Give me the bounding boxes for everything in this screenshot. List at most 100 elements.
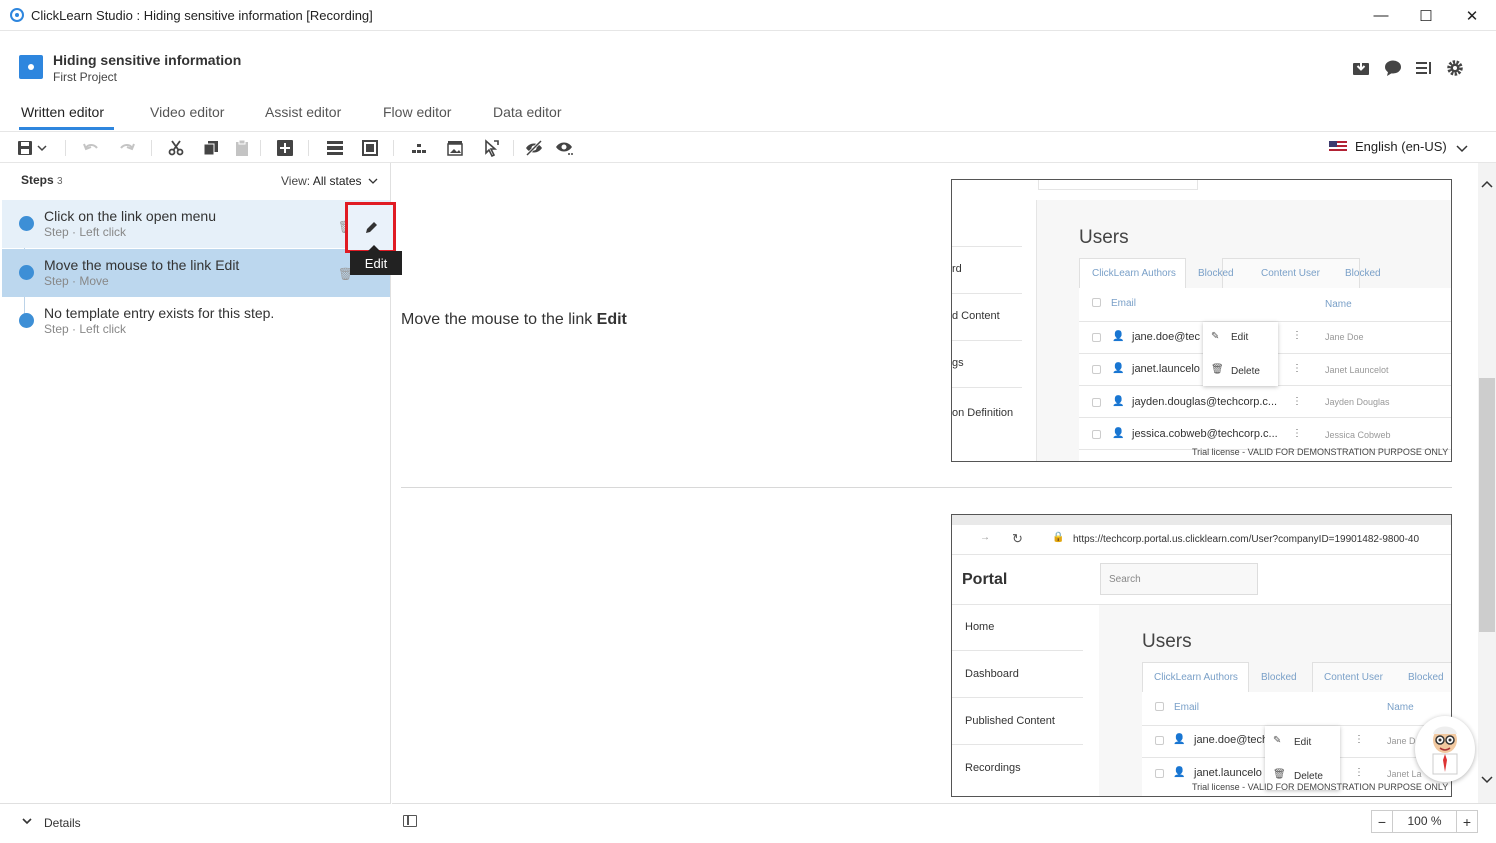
user-email: jessica.cobweb@techcorp.c... (1132, 428, 1278, 440)
layout-icon[interactable] (324, 138, 346, 158)
address-bar-url: https://techcorp.portal.us.clicklearn.co… (1073, 534, 1420, 545)
inbox-download-icon[interactable] (1351, 58, 1371, 78)
view-label: View: (281, 174, 311, 188)
portal-heading: Portal (962, 571, 1008, 588)
language-selector[interactable]: English (en-US) (1329, 139, 1447, 154)
close-button[interactable]: ✕ (1449, 0, 1495, 31)
user-email: jane.doe@tec (1132, 331, 1201, 343)
tab-label: Blocked (1408, 672, 1444, 683)
trial-watermark: Trial license - VALID FOR DEMONSTRATION … (1192, 447, 1449, 457)
us-flag-icon (1329, 140, 1347, 153)
step-screenshot-2[interactable]: → ↻ 🔒 https://techcorp.portal.us.clickle… (951, 514, 1452, 797)
project-title: Hiding sensitive information (53, 52, 242, 68)
step-meta: Step · Left click (44, 322, 127, 336)
cut-icon[interactable] (165, 138, 187, 158)
cursor-icon[interactable] (480, 138, 502, 158)
preview-icon[interactable] (554, 138, 576, 158)
steps-count: 3 (57, 176, 63, 187)
scroll-down-arrow-icon[interactable] (1479, 772, 1495, 788)
hierarchy-icon[interactable] (408, 138, 430, 158)
zoom-control: − 100 % + (1371, 810, 1478, 833)
redo-icon[interactable] (116, 138, 138, 158)
step-description: Move the mouse to the link Edit (401, 311, 627, 329)
gear-icon[interactable] (1445, 58, 1465, 78)
tab-label: Content User (1261, 268, 1320, 279)
tab-assist-editor[interactable]: Assist editor (265, 104, 341, 120)
users-heading: Users (1142, 631, 1192, 652)
hide-icon[interactable] (523, 138, 545, 158)
copy-icon[interactable] (200, 138, 222, 158)
tab-label: ClickLearn Authors (1154, 672, 1238, 683)
language-label: English (en-US) (1355, 139, 1447, 154)
user-email: janet.launcelo (1132, 363, 1200, 375)
tab-label: Blocked (1261, 672, 1297, 683)
undo-icon[interactable] (80, 138, 102, 158)
tab-flow-editor[interactable]: Flow editor (383, 104, 451, 120)
column-header: Name (1325, 299, 1352, 310)
window-title: ClickLearn Studio : Hiding sensitive inf… (31, 8, 373, 23)
nav-item: Published Content (965, 715, 1055, 727)
search-placeholder: Search (1109, 574, 1141, 585)
nav-item: Home (965, 621, 995, 633)
bottom-bar (392, 803, 1496, 843)
zoom-out-button[interactable]: − (1372, 811, 1392, 832)
user-name: Jane Doe (1325, 332, 1364, 342)
user-name: Jayden Douglas (1325, 397, 1390, 407)
edit-tooltip: Edit (350, 245, 402, 275)
nav-item: Dashboard (965, 668, 1019, 680)
view-filter[interactable]: View: All states (281, 174, 378, 188)
menu-item-delete: Delete (1294, 771, 1323, 782)
nav-item: on Definition (952, 407, 1014, 419)
user-name: Jane D (1387, 736, 1416, 746)
zoom-in-button[interactable]: + (1457, 811, 1477, 832)
step-description-text: Move the mouse to the link (401, 311, 597, 328)
tab-data-editor[interactable]: Data editor (493, 104, 561, 120)
title-bar: ClickLearn Studio : Hiding sensitive inf… (0, 0, 1496, 31)
step-description-bold: Edit (596, 311, 627, 328)
toolbar-separator (308, 140, 309, 156)
toolbar (0, 131, 1496, 163)
trial-watermark: Trial license - VALID FOR DEMONSTRATION … (1192, 782, 1449, 792)
frame-icon[interactable] (359, 138, 381, 158)
scroll-up-arrow-icon[interactable] (1479, 176, 1495, 192)
maximize-button[interactable]: ☐ (1403, 0, 1449, 31)
minimize-button[interactable]: — (1358, 0, 1404, 31)
panel-toggle-icon[interactable] (403, 815, 417, 827)
context-menu: ✎ Edit 🗑 Delete (1265, 726, 1340, 790)
step-item-3[interactable]: No template entry exists for this step. … (2, 297, 390, 345)
chevron-down-icon[interactable] (1455, 141, 1471, 155)
step-meta: Step · Move (44, 274, 109, 288)
user-name: Janet Launcelot (1325, 365, 1389, 375)
add-step-icon[interactable] (274, 138, 296, 158)
tab-video-editor[interactable]: Video editor (150, 104, 224, 120)
project-subtitle: First Project (53, 70, 118, 84)
tab-written-editor[interactable]: Written editor (21, 104, 104, 120)
scrollbar-thumb[interactable] (1479, 378, 1495, 632)
details-bar[interactable]: Details (0, 803, 391, 843)
user-name: Jessica Cobweb (1325, 430, 1391, 440)
column-header: Email (1111, 298, 1137, 309)
menu-item-delete: Delete (1231, 366, 1260, 377)
toolbar-separator (393, 140, 394, 156)
step-title: Move the mouse to the link Edit (44, 257, 240, 273)
paste-icon[interactable] (231, 138, 253, 158)
step-status-dot (19, 216, 34, 231)
step-item-1[interactable]: Click on the link open menu Step · Left … (2, 200, 390, 248)
assistant-avatar[interactable] (1415, 716, 1475, 782)
menu-item-edit: Edit (1231, 332, 1249, 343)
list-icon[interactable] (1414, 58, 1434, 78)
step-screenshot-1[interactable]: rd d Content gs on Definition Users Clic… (951, 179, 1452, 462)
image-icon[interactable] (444, 138, 466, 158)
chat-bubble-icon[interactable] (1383, 58, 1403, 78)
steps-heading: Steps 3 (21, 173, 63, 187)
toolbar-separator (260, 140, 261, 156)
toolbar-separator (513, 140, 514, 156)
step-item-2[interactable]: Move the mouse to the link Edit Step · M… (2, 249, 390, 297)
professor-avatar-icon (1432, 726, 1458, 775)
steps-label: Steps (21, 173, 54, 187)
zoom-value[interactable]: 100 % (1392, 811, 1457, 832)
save-icon[interactable] (14, 138, 50, 158)
nav-item: rd (952, 263, 962, 275)
step-status-dot (19, 313, 34, 328)
column-header: Name (1387, 702, 1414, 713)
